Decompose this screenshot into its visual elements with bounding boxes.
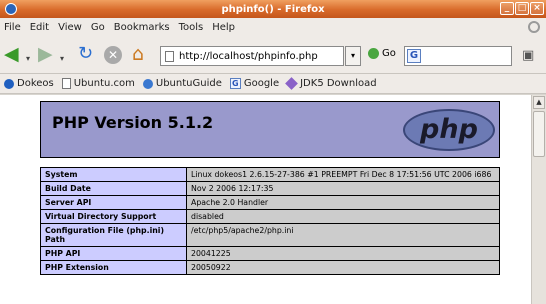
info-value: 20041225 [186, 246, 500, 261]
info-key: PHP Extension [40, 260, 187, 275]
bookmark-google[interactable]: G Google [229, 78, 280, 89]
info-value: Apache 2.0 Handler [186, 195, 500, 210]
table-row: System Linux dokeos1 2.6.15-27-386 #1 PRE… [40, 167, 500, 182]
url-text[interactable]: http://localhost/phpinfo.php [179, 51, 318, 62]
navigation-toolbar: ◀ ▾ ▶ ▾ ↻ ✕ ⌂ http://localhost/phpinfo.p… [0, 36, 546, 74]
page-icon [165, 50, 174, 62]
bookmark-dokeos[interactable]: Dokeos [4, 78, 54, 89]
table-row: PHP API 20041225 [40, 246, 500, 261]
scroll-up-arrow-icon[interactable]: ▲ [533, 96, 545, 109]
info-value: Nov 2 2006 12:17:35 [186, 181, 500, 196]
menu-go[interactable]: Go [91, 22, 105, 33]
maximize-button[interactable]: □ [515, 2, 529, 15]
ubuntuguide-icon [142, 78, 153, 89]
bookmark-ubuntuguide[interactable]: UbuntuGuide [142, 78, 222, 89]
info-key: System [40, 167, 187, 182]
scrollbar-thumb[interactable] [533, 111, 545, 157]
url-bar[interactable]: http://localhost/phpinfo.php [160, 46, 344, 66]
vertical-scrollbar[interactable]: ▲ [531, 95, 546, 304]
window-title: phpinfo() - Firefox [221, 3, 325, 15]
dokeos-icon [4, 78, 14, 89]
bookmark-label: JDK5 Download [300, 78, 377, 89]
url-dropdown-button[interactable]: ▾ [345, 46, 361, 66]
menu-bookmarks[interactable]: Bookmarks [114, 22, 170, 33]
throbber-icon [528, 21, 540, 33]
bookmarks-toolbar: Dokeos Ubuntu.com UbuntuGuide G Google J… [0, 74, 546, 94]
bookmark-ubuntu-com[interactable]: Ubuntu.com [61, 78, 135, 89]
info-key: Server API [40, 195, 187, 210]
back-history-dropdown-icon[interactable]: ▾ [26, 54, 30, 63]
google-search-engine-icon[interactable]: G [407, 49, 421, 63]
minimize-button[interactable]: _ [500, 2, 514, 15]
table-row: Server API Apache 2.0 Handler [40, 195, 500, 210]
menu-view[interactable]: View [58, 22, 82, 33]
forward-history-dropdown-icon[interactable]: ▾ [60, 54, 64, 63]
reload-icon[interactable]: ↻ [78, 44, 93, 64]
php-logo[interactable]: php [403, 109, 495, 151]
stop-icon[interactable]: ✕ [104, 46, 122, 64]
menu-tools[interactable]: Tools [179, 22, 204, 33]
table-row: PHP Extension 20050922 [40, 260, 500, 275]
bookmark-label: Ubuntu.com [73, 78, 135, 89]
search-input[interactable]: G [404, 46, 512, 66]
firefox-icon [5, 3, 17, 15]
menu-help[interactable]: Help [212, 22, 235, 33]
table-row: Virtual Directory Support disabled [40, 209, 500, 224]
google-icon: G [229, 78, 241, 89]
table-row: Build Date Nov 2 2006 12:17:35 [40, 181, 500, 196]
php-info-table: System Linux dokeos1 2.6.15-27-386 #1 PRE… [40, 167, 500, 275]
menu-bar: File Edit View Go Bookmarks Tools Help [0, 18, 546, 36]
info-key: PHP API [40, 246, 187, 261]
info-key: Configuration File (php.ini) Path [40, 223, 187, 247]
php-version-header: PHP Version 5.1.2 php [40, 101, 500, 158]
forward-arrow-icon[interactable]: ▶ [38, 44, 53, 64]
bookmark-label: Google [243, 78, 280, 89]
go-icon [368, 48, 379, 59]
jdk-icon [285, 77, 298, 90]
close-button[interactable]: × [530, 2, 544, 15]
page-title: PHP Version 5.1.2 [52, 113, 214, 132]
info-value: disabled [186, 209, 500, 224]
info-value: /etc/php5/apache2/php.ini [186, 223, 500, 247]
menu-edit[interactable]: Edit [30, 22, 49, 33]
go-label: Go [382, 48, 396, 59]
window-titlebar: phpinfo() - Firefox _ □ × [0, 0, 546, 18]
bookmark-jdk5-download[interactable]: JDK5 Download [285, 77, 377, 90]
menu-file[interactable]: File [4, 22, 21, 33]
info-value: Linux dokeos1 2.6.15-27-386 #1 PREEMPT F… [186, 167, 500, 182]
bookmark-label: UbuntuGuide [155, 78, 222, 89]
info-key: Build Date [40, 181, 187, 196]
go-button[interactable]: Go [368, 48, 396, 59]
page-icon [61, 78, 71, 89]
back-arrow-icon[interactable]: ◀ [4, 44, 19, 64]
bookmark-label: Dokeos [17, 78, 54, 89]
toolbar-extension-icon[interactable]: ▣ [522, 48, 534, 63]
home-icon[interactable]: ⌂ [132, 44, 144, 64]
info-value: 20050922 [186, 260, 500, 275]
info-key: Virtual Directory Support [40, 209, 187, 224]
table-row: Configuration File (php.ini) Path/etc/ph… [40, 223, 500, 247]
page-content: PHP Version 5.1.2 php System Linux dokeos… [0, 95, 531, 304]
